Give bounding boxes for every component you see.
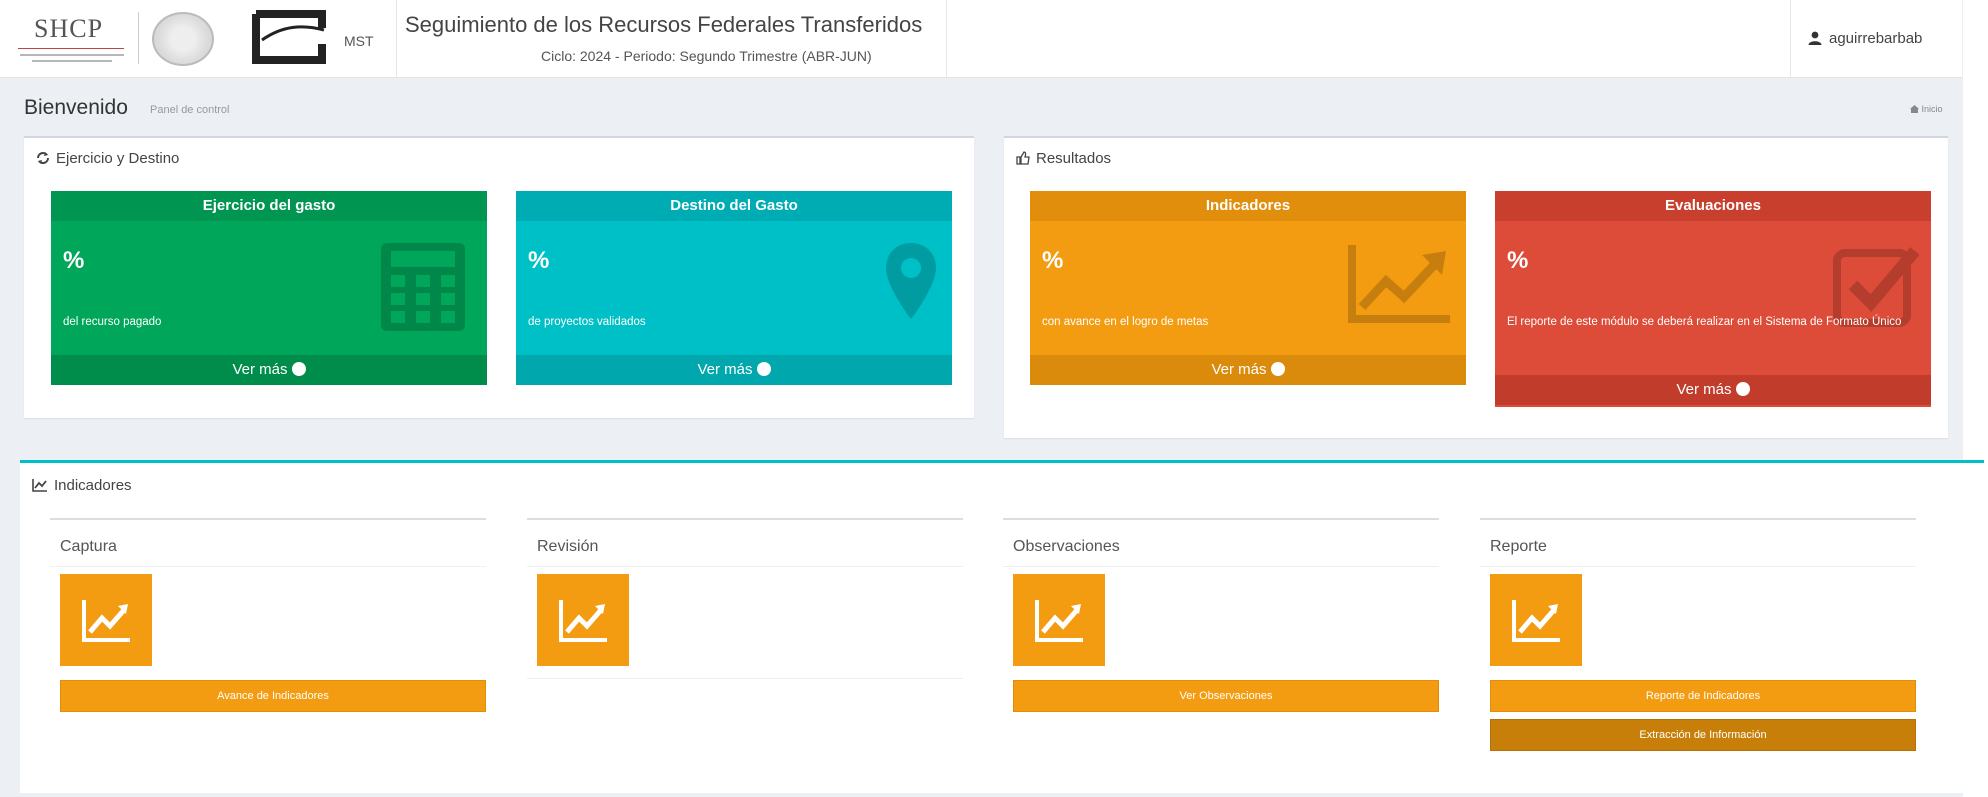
column-title: Revisión bbox=[537, 538, 599, 555]
reporte-indicadores-button[interactable]: Reporte de Indicadores bbox=[1490, 680, 1916, 712]
panel-title-label: Resultados bbox=[1036, 150, 1112, 167]
line-chart-icon bbox=[1348, 245, 1450, 323]
chart-tile[interactable] bbox=[60, 574, 152, 666]
page-subtitle: Panel de control bbox=[150, 104, 230, 116]
mst-label: MST bbox=[344, 33, 374, 49]
tile-percent: % bbox=[528, 247, 550, 274]
cycle-period-label: Ciclo: 2024 - Periodo: Segundo Trimestre… bbox=[541, 48, 872, 64]
breadcrumb-label: Inicio bbox=[1921, 104, 1943, 114]
ver-observaciones-button[interactable]: Ver Observaciones bbox=[1013, 680, 1439, 712]
tile-percent: % bbox=[1507, 247, 1529, 274]
line-chart-icon bbox=[1035, 600, 1083, 642]
arrow-circle-right-icon bbox=[1270, 362, 1285, 376]
ver-mas-link[interactable]: Ver más bbox=[516, 355, 952, 385]
panel-title-label: Ejercicio y Destino bbox=[56, 150, 180, 167]
arrow-circle-right-icon bbox=[1735, 382, 1750, 396]
revision-column: Revisión bbox=[527, 518, 963, 768]
chart-tile[interactable] bbox=[537, 574, 629, 666]
tile-percent: % bbox=[63, 247, 85, 274]
indicadores-tile: Indicadores % con avance en el logro de … bbox=[1030, 191, 1466, 385]
chart-tile[interactable] bbox=[1490, 574, 1582, 666]
tile-description: con avance en el logro de metas bbox=[1042, 316, 1209, 328]
resultados-panel: Resultados Indicadores % con avance en e… bbox=[1004, 136, 1948, 438]
ver-mas-label: Ver más bbox=[232, 361, 288, 378]
line-chart-icon bbox=[559, 600, 607, 642]
captura-column: Captura Avance de Indicadores bbox=[50, 518, 486, 768]
tile-title: Evaluaciones bbox=[1495, 191, 1931, 221]
home-icon bbox=[1910, 105, 1919, 113]
panel-title: Ejercicio y Destino bbox=[36, 150, 179, 167]
chart-tile[interactable] bbox=[1013, 574, 1105, 666]
breadcrumb[interactable]: Inicio bbox=[1910, 104, 1943, 114]
ver-mas-label: Ver más bbox=[1676, 381, 1732, 398]
ver-mas-link[interactable]: Ver más bbox=[51, 355, 487, 385]
area-chart-icon bbox=[32, 479, 47, 492]
thumbs-up-icon bbox=[1016, 151, 1030, 165]
observaciones-column: Observaciones Ver Observaciones bbox=[1003, 518, 1439, 768]
ejercicio-destino-panel: Ejercicio y Destino Ejercicio del gasto … bbox=[24, 136, 974, 418]
calculator-icon bbox=[381, 243, 465, 331]
tile-description: de proyectos validados bbox=[528, 316, 646, 328]
ver-mas-link[interactable]: Ver más bbox=[1030, 355, 1466, 385]
arrow-circle-right-icon bbox=[756, 362, 771, 376]
tile-title: Destino del Gasto bbox=[516, 191, 952, 221]
tile-title: Indicadores bbox=[1030, 191, 1466, 221]
tile-percent: % bbox=[1042, 247, 1064, 274]
ver-mas-link[interactable]: Ver más bbox=[1495, 375, 1931, 405]
user-menu[interactable]: aguirrebarbab bbox=[1790, 0, 1960, 78]
panel-title: Resultados bbox=[1016, 150, 1111, 167]
app-title: Seguimiento de los Recursos Federales Tr… bbox=[405, 12, 923, 37]
map-marker-icon bbox=[886, 243, 936, 319]
top-header: SHCP MST Seguimiento de los Recursos Fed… bbox=[0, 0, 1988, 78]
panel-title: Indicadores bbox=[32, 477, 132, 494]
ver-mas-label: Ver más bbox=[697, 361, 753, 378]
refresh-icon bbox=[37, 152, 49, 164]
page-title: Bienvenido bbox=[24, 96, 128, 119]
tile-description: El reporte de este módulo se deberá real… bbox=[1507, 316, 1902, 328]
panel-title-label: Indicadores bbox=[54, 477, 132, 494]
shcp-logo-text: SHCP bbox=[34, 14, 104, 43]
line-chart-icon bbox=[82, 600, 130, 642]
column-title: Captura bbox=[60, 538, 117, 555]
tile-title: Ejercicio del gasto bbox=[51, 191, 487, 221]
shcp-logo[interactable]: SHCP bbox=[12, 14, 124, 66]
indicadores-panel: Indicadores Captura Avance de Indicadore… bbox=[20, 460, 1984, 793]
ejercicio-gasto-tile: Ejercicio del gasto % del recurso pagado… bbox=[51, 191, 487, 385]
arrow-circle-right-icon bbox=[291, 362, 306, 376]
line-chart-icon bbox=[1512, 600, 1560, 642]
username-label: aguirrebarbab bbox=[1829, 30, 1923, 47]
user-icon bbox=[1808, 31, 1822, 45]
column-title: Reporte bbox=[1490, 538, 1547, 555]
extraccion-informacion-button[interactable]: Extracción de Información bbox=[1490, 719, 1916, 751]
reporte-column: Reporte Reporte de Indicadores Extracció… bbox=[1480, 518, 1916, 768]
ver-mas-label: Ver más bbox=[1211, 361, 1267, 378]
mst-logo-icon bbox=[252, 10, 326, 64]
tile-description: del recurso pagado bbox=[63, 316, 162, 328]
evaluaciones-tile: Evaluaciones % El reporte de este módulo… bbox=[1495, 191, 1931, 407]
destino-gasto-tile: Destino del Gasto % de proyectos validad… bbox=[516, 191, 952, 385]
avance-indicadores-button[interactable]: Avance de Indicadores bbox=[60, 680, 486, 712]
national-seal-logo bbox=[152, 12, 214, 66]
column-title: Observaciones bbox=[1013, 538, 1120, 555]
